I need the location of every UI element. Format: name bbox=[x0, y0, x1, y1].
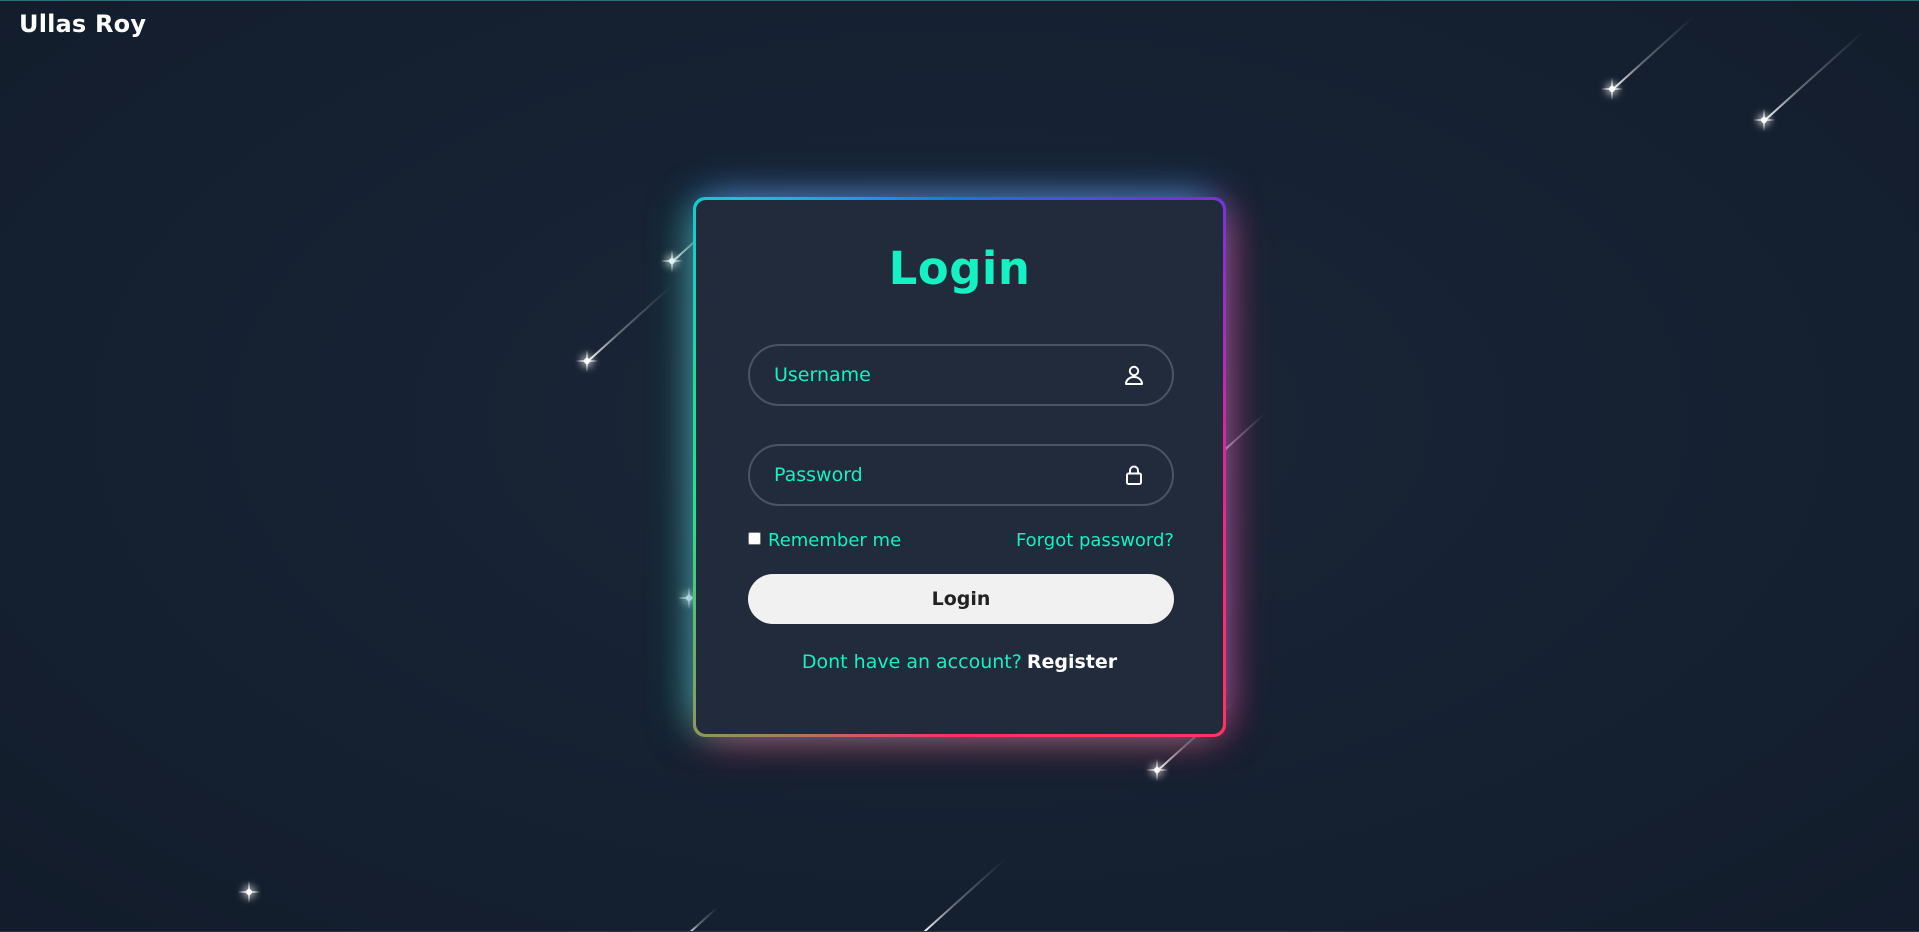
meteor-sparkle bbox=[661, 250, 683, 272]
register-row: Dont have an account? Register bbox=[696, 651, 1223, 673]
login-card-border: Login Remember me bbox=[693, 197, 1226, 737]
meteor-sparkle bbox=[1146, 759, 1168, 781]
meteor-sparkle bbox=[238, 881, 260, 903]
password-input[interactable] bbox=[750, 446, 1172, 504]
remember-me[interactable]: Remember me bbox=[748, 530, 901, 551]
meteor-trail bbox=[687, 906, 719, 932]
meteor-trail bbox=[1763, 29, 1865, 122]
meteor-sparkle bbox=[576, 350, 598, 372]
remember-me-checkbox[interactable] bbox=[748, 531, 761, 545]
lock-icon bbox=[1126, 465, 1142, 485]
login-options-row: Remember me Forgot password? bbox=[748, 530, 1174, 558]
remember-me-label: Remember me bbox=[768, 530, 902, 551]
username-input[interactable] bbox=[750, 346, 1172, 404]
page-background: Ullas Roy Login Username Remember me For… bbox=[0, 0, 1919, 932]
meteor-trail bbox=[586, 284, 674, 363]
forgot-password-link[interactable]: Forgot password? bbox=[1016, 530, 1174, 551]
login-card: Login Remember me bbox=[696, 200, 1223, 734]
login-button[interactable]: Login bbox=[748, 574, 1174, 624]
meteor-sparkle bbox=[1753, 109, 1775, 131]
brand-name[interactable]: Ullas Roy bbox=[19, 10, 146, 38]
username-field[interactable] bbox=[748, 344, 1174, 406]
register-prompt: Dont have an account? bbox=[801, 651, 1022, 673]
meteor-trail bbox=[1219, 413, 1266, 455]
password-field[interactable] bbox=[748, 444, 1174, 506]
meteor-trail bbox=[923, 857, 1007, 932]
meteor-sparkle bbox=[1601, 78, 1623, 100]
register-link[interactable]: Register bbox=[1027, 651, 1117, 673]
login-title: Login bbox=[888, 242, 1031, 295]
user-icon bbox=[1125, 365, 1143, 385]
meteor-trail bbox=[1611, 15, 1695, 91]
